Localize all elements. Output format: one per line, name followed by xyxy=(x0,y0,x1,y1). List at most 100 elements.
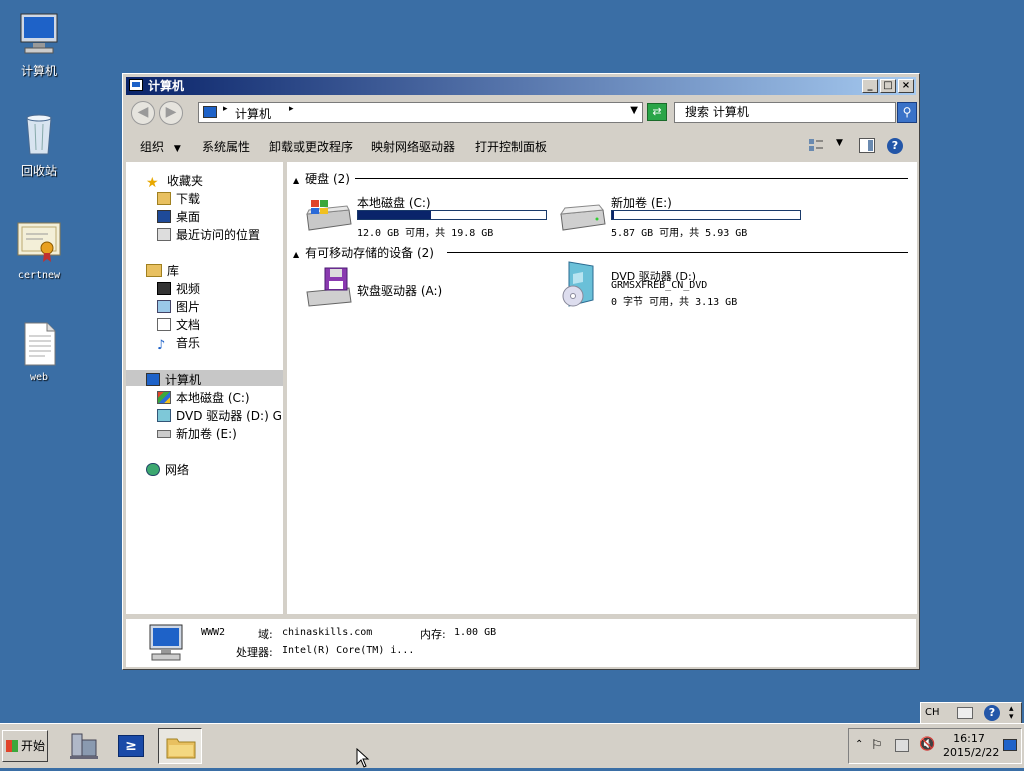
show-desktop-icon[interactable] xyxy=(1003,739,1017,751)
language-indicator[interactable]: CH xyxy=(925,707,940,718)
document-icon xyxy=(157,318,171,331)
view-options-icon[interactable] xyxy=(808,138,824,153)
open-control-panel-button[interactable]: 打开控制面板 xyxy=(475,138,547,155)
action-center-flag-icon[interactable]: ⚐ xyxy=(871,738,883,753)
hard-drive-icon xyxy=(559,202,607,235)
keyboard-icon[interactable] xyxy=(957,707,973,719)
nav-label: 新加卷 (E:) xyxy=(176,427,237,441)
nav-downloads[interactable]: 下载 xyxy=(157,190,200,207)
nav-label: 网络 xyxy=(165,463,190,477)
desktop-icon-label: certnew xyxy=(17,270,61,281)
preview-pane-icon[interactable] xyxy=(859,138,875,153)
nav-recent-places[interactable]: 最近访问的位置 xyxy=(157,226,260,243)
processor-label: 处理器: xyxy=(236,646,273,659)
music-note-icon: ♪ xyxy=(157,338,166,353)
network-icon[interactable] xyxy=(895,739,909,752)
drive-name: 本地磁盘 (C:) xyxy=(357,196,431,210)
breadcrumb-chevron-icon[interactable]: ▸ xyxy=(289,104,294,114)
nav-dvd-drive[interactable]: DVD 驱动器 (D:) GF xyxy=(157,407,283,424)
clock[interactable]: 16:17 2015/2/22 xyxy=(943,732,999,760)
desktop-icon-recycle-bin[interactable]: 回收站 xyxy=(4,110,74,179)
show-hidden-icons-icon[interactable]: ⌃ xyxy=(855,739,863,750)
close-button[interactable]: × xyxy=(898,79,914,93)
help-icon[interactable]: ? xyxy=(887,138,903,154)
text-file-icon xyxy=(15,320,63,368)
desktop-icon-web[interactable]: web xyxy=(4,320,74,383)
search-input[interactable]: 搜索 计算机 xyxy=(674,102,896,123)
start-button[interactable]: 开始 xyxy=(2,730,48,762)
recycle-bin-icon xyxy=(15,110,63,158)
drive-dvd-d[interactable]: DVD 驱动器 (D:) GRMSXFREB_CN_DVD 0 字节 可用，共 … xyxy=(557,261,807,312)
nav-label: 库 xyxy=(167,264,180,278)
organize-button[interactable]: 组织 ▼ xyxy=(140,138,181,155)
desktop-icon-label: web xyxy=(29,372,49,383)
drive-usage-fill xyxy=(612,211,614,219)
help-icon[interactable]: ? xyxy=(984,705,1000,721)
computer-icon xyxy=(144,623,188,666)
computer-icon xyxy=(129,79,143,91)
content-pane: ▲ 硬盘 (2) 本地磁盘 (C:) 12.0 GB 可用，共 19.8 GB 新… xyxy=(287,162,917,614)
nav-label: 图片 xyxy=(176,300,201,314)
nav-documents[interactable]: 文档 xyxy=(157,316,200,333)
desktop-icon-computer[interactable]: 计算机 xyxy=(4,10,74,79)
downloads-folder-icon xyxy=(157,192,171,205)
map-network-drive-button[interactable]: 映射网络驱动器 xyxy=(371,138,455,155)
drive-free-space: 12.0 GB 可用，共 19.8 GB xyxy=(357,228,494,239)
maximize-button[interactable]: □ xyxy=(880,79,896,93)
breadcrumb-chevron-icon[interactable]: ▸ xyxy=(223,104,228,114)
nav-pictures[interactable]: 图片 xyxy=(157,298,200,315)
dvd-drive-icon xyxy=(157,409,171,422)
refresh-button[interactable]: ⇄ xyxy=(647,103,667,121)
group-label: 硬盘 (2) xyxy=(305,172,350,186)
group-header-removable[interactable]: ▲ 有可移动存储的设备 (2) xyxy=(293,244,434,261)
desktop-icon-label: 计算机 xyxy=(20,64,57,78)
nav-label: 计算机 xyxy=(165,373,202,387)
nav-computer[interactable]: 计算机 xyxy=(146,371,201,388)
back-button[interactable]: ◀ xyxy=(131,101,155,125)
breadcrumb-computer[interactable]: 计算机 xyxy=(235,105,271,122)
star-icon: ★ xyxy=(146,175,159,191)
windows-drive-icon xyxy=(305,198,353,235)
system-tray: ⌃ ⚐ 🔇 16:17 2015/2/22 xyxy=(848,728,1022,764)
nav-desktop[interactable]: 桌面 xyxy=(157,208,200,225)
drive-floppy-a[interactable]: 软盘驱动器 (A:) xyxy=(303,266,543,312)
options-arrow-icon[interactable]: ▴ ▾ xyxy=(1009,705,1014,722)
nav-label: 本地磁盘 (C:) xyxy=(176,391,250,405)
picture-icon xyxy=(157,300,171,313)
taskbar-server-manager[interactable] xyxy=(62,728,106,764)
address-dropdown-icon[interactable]: ▼ xyxy=(630,105,638,116)
nav-new-volume-e[interactable]: 新加卷 (E:) xyxy=(157,425,237,442)
taskbar-powershell[interactable]: ≥ xyxy=(110,728,154,764)
system-properties-button[interactable]: 系统属性 xyxy=(202,138,250,155)
nav-label: 桌面 xyxy=(176,210,201,224)
taskbar-explorer[interactable] xyxy=(158,728,202,764)
view-dropdown-icon[interactable]: ▼ xyxy=(836,138,843,148)
minimize-button[interactable]: _ xyxy=(862,79,878,93)
computer-icon xyxy=(15,10,63,58)
address-bar[interactable]: ▸ 计算机 ▸ ▼ xyxy=(198,102,643,123)
nav-label: 音乐 xyxy=(176,336,201,350)
volume-muted-icon[interactable]: 🔇 xyxy=(919,737,935,752)
nav-libraries[interactable]: 库 xyxy=(146,262,179,279)
search-icon[interactable]: ⚲ xyxy=(897,102,917,123)
desktop-icon-certnew[interactable]: certnew xyxy=(4,218,74,281)
nav-local-disk-c[interactable]: 本地磁盘 (C:) xyxy=(157,389,250,406)
navigation-pane: ★ 收藏夹 下载 桌面 最近访问的位置 库 视频 图片 文档 ♪ 音乐 计算机 本地 xyxy=(126,162,283,614)
nav-videos[interactable]: 视频 xyxy=(157,280,200,297)
processor-value: Intel(R) Core(TM) i... xyxy=(282,645,415,656)
desktop-icon-label: 回收站 xyxy=(20,164,57,178)
title-bar[interactable]: 计算机 _ □ × xyxy=(126,77,916,95)
drive-local-disk-c[interactable]: 本地磁盘 (C:) 12.0 GB 可用，共 19.8 GB xyxy=(303,192,553,239)
nav-music[interactable]: ♪ 音乐 xyxy=(157,334,200,353)
taskbar: 开始 ≥ ⌃ ⚐ 🔇 16:17 2015/2/22 xyxy=(0,723,1024,768)
forward-button[interactable]: ▶ xyxy=(159,101,183,125)
group-header-hard-disks[interactable]: ▲ 硬盘 (2) xyxy=(293,170,350,187)
drive-usage-bar xyxy=(357,210,547,220)
library-folder-icon xyxy=(146,264,162,277)
nav-network[interactable]: 网络 xyxy=(146,461,189,478)
domain-label: 域: xyxy=(258,628,273,641)
nav-label: DVD 驱动器 (D:) GF xyxy=(176,409,283,423)
nav-favorites[interactable]: ★ 收藏夹 xyxy=(146,172,203,190)
uninstall-program-button[interactable]: 卸载或更改程序 xyxy=(269,138,353,155)
drive-new-volume-e[interactable]: 新加卷 (E:) 5.87 GB 可用，共 5.93 GB xyxy=(557,192,807,239)
